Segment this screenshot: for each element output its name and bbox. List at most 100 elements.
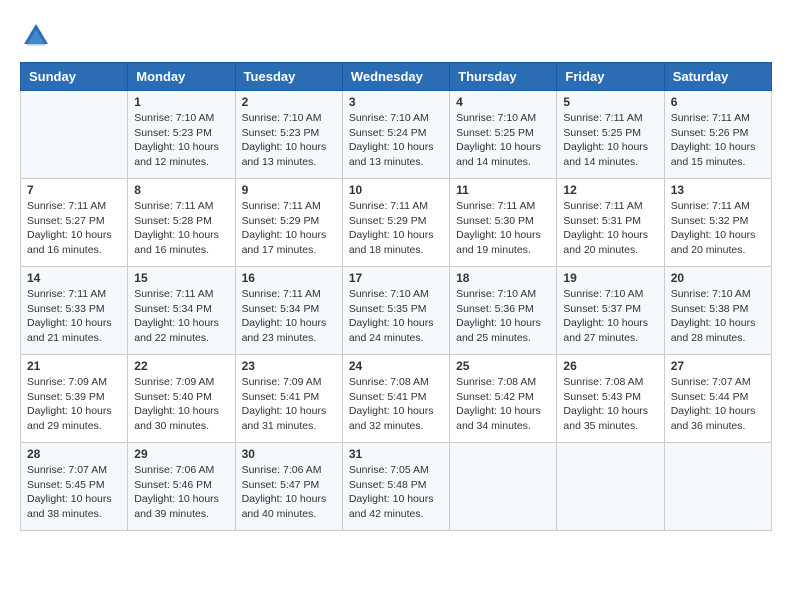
day-info: Sunrise: 7:11 AM Sunset: 5:25 PM Dayligh… (563, 111, 657, 170)
week-row-0: 1 Sunrise: 7:10 AM Sunset: 5:23 PM Daylig… (21, 91, 772, 179)
day-number: 5 (563, 95, 657, 109)
calendar-cell: 26Sunrise: 7:08 AM Sunset: 5:43 PM Dayli… (557, 355, 664, 443)
header-cell-sunday: Sunday (21, 63, 128, 91)
day-number: 8 (134, 183, 228, 197)
calendar-cell: 15 Sunrise: 7:11 AM Sunset: 5:34 PM Dayli… (128, 267, 235, 355)
day-info: Sunrise: 7:10 AM Sunset: 5:23 PM Dayligh… (242, 111, 336, 170)
day-number: 28 (27, 447, 121, 461)
calendar-cell: 17Sunrise: 7:10 AM Sunset: 5:35 PM Dayli… (342, 267, 449, 355)
page-header (20, 20, 772, 52)
calendar-cell: 29Sunrise: 7:06 AM Sunset: 5:46 PM Dayli… (128, 443, 235, 531)
week-row-3: 21Sunrise: 7:09 AM Sunset: 5:39 PM Dayli… (21, 355, 772, 443)
header-cell-thursday: Thursday (450, 63, 557, 91)
day-info: Sunrise: 7:11 AM Sunset: 5:34 PM Dayligh… (134, 287, 228, 346)
day-info: Sunrise: 7:11 AM Sunset: 5:27 PM Dayligh… (27, 199, 121, 258)
day-info: Sunrise: 7:10 AM Sunset: 5:25 PM Dayligh… (456, 111, 550, 170)
calendar-cell: 19Sunrise: 7:10 AM Sunset: 5:37 PM Dayli… (557, 267, 664, 355)
day-info: Sunrise: 7:11 AM Sunset: 5:29 PM Dayligh… (349, 199, 443, 258)
header-cell-friday: Friday (557, 63, 664, 91)
day-info: Sunrise: 7:11 AM Sunset: 5:32 PM Dayligh… (671, 199, 765, 258)
calendar-cell: 5 Sunrise: 7:11 AM Sunset: 5:25 PM Daylig… (557, 91, 664, 179)
calendar-cell (450, 443, 557, 531)
day-info: Sunrise: 7:10 AM Sunset: 5:36 PM Dayligh… (456, 287, 550, 346)
day-info: Sunrise: 7:08 AM Sunset: 5:42 PM Dayligh… (456, 375, 550, 434)
day-info: Sunrise: 7:11 AM Sunset: 5:31 PM Dayligh… (563, 199, 657, 258)
day-number: 25 (456, 359, 550, 373)
day-info: Sunrise: 7:11 AM Sunset: 5:34 PM Dayligh… (242, 287, 336, 346)
day-number: 17 (349, 271, 443, 285)
day-number: 23 (242, 359, 336, 373)
day-info: Sunrise: 7:09 AM Sunset: 5:41 PM Dayligh… (242, 375, 336, 434)
calendar-cell: 25 Sunrise: 7:08 AM Sunset: 5:42 PM Dayli… (450, 355, 557, 443)
calendar-cell (664, 443, 771, 531)
day-info: Sunrise: 7:10 AM Sunset: 5:38 PM Dayligh… (671, 287, 765, 346)
day-info: Sunrise: 7:11 AM Sunset: 5:30 PM Dayligh… (456, 199, 550, 258)
calendar-body: 1 Sunrise: 7:10 AM Sunset: 5:23 PM Daylig… (21, 91, 772, 531)
day-number: 27 (671, 359, 765, 373)
calendar-cell: 3 Sunrise: 7:10 AM Sunset: 5:24 PM Daylig… (342, 91, 449, 179)
calendar-cell: 11 Sunrise: 7:11 AM Sunset: 5:30 PM Dayli… (450, 179, 557, 267)
day-info: Sunrise: 7:11 AM Sunset: 5:29 PM Dayligh… (242, 199, 336, 258)
calendar-cell: 31 Sunrise: 7:05 AM Sunset: 5:48 PM Dayli… (342, 443, 449, 531)
day-info: Sunrise: 7:07 AM Sunset: 5:44 PM Dayligh… (671, 375, 765, 434)
calendar-cell: 1 Sunrise: 7:10 AM Sunset: 5:23 PM Daylig… (128, 91, 235, 179)
day-number: 18 (456, 271, 550, 285)
calendar-cell: 7Sunrise: 7:11 AM Sunset: 5:27 PM Daylig… (21, 179, 128, 267)
calendar-cell: 8 Sunrise: 7:11 AM Sunset: 5:28 PM Daylig… (128, 179, 235, 267)
day-info: Sunrise: 7:07 AM Sunset: 5:45 PM Dayligh… (27, 463, 121, 522)
week-row-1: 7Sunrise: 7:11 AM Sunset: 5:27 PM Daylig… (21, 179, 772, 267)
day-number: 6 (671, 95, 765, 109)
logo-icon (20, 20, 52, 52)
calendar-cell: 6 Sunrise: 7:11 AM Sunset: 5:26 PM Daylig… (664, 91, 771, 179)
calendar-cell (21, 91, 128, 179)
day-number: 4 (456, 95, 550, 109)
calendar-cell: 9 Sunrise: 7:11 AM Sunset: 5:29 PM Daylig… (235, 179, 342, 267)
day-info: Sunrise: 7:11 AM Sunset: 5:26 PM Dayligh… (671, 111, 765, 170)
day-info: Sunrise: 7:08 AM Sunset: 5:41 PM Dayligh… (349, 375, 443, 434)
calendar-cell: 18 Sunrise: 7:10 AM Sunset: 5:36 PM Dayli… (450, 267, 557, 355)
day-number: 15 (134, 271, 228, 285)
day-number: 31 (349, 447, 443, 461)
week-row-2: 14Sunrise: 7:11 AM Sunset: 5:33 PM Dayli… (21, 267, 772, 355)
day-number: 26 (563, 359, 657, 373)
header-row: SundayMondayTuesdayWednesdayThursdayFrid… (21, 63, 772, 91)
calendar-cell: 12Sunrise: 7:11 AM Sunset: 5:31 PM Dayli… (557, 179, 664, 267)
day-info: Sunrise: 7:10 AM Sunset: 5:24 PM Dayligh… (349, 111, 443, 170)
day-number: 10 (349, 183, 443, 197)
day-number: 16 (242, 271, 336, 285)
day-number: 13 (671, 183, 765, 197)
calendar-cell: 4 Sunrise: 7:10 AM Sunset: 5:25 PM Daylig… (450, 91, 557, 179)
calendar-cell: 14Sunrise: 7:11 AM Sunset: 5:33 PM Dayli… (21, 267, 128, 355)
day-info: Sunrise: 7:11 AM Sunset: 5:28 PM Dayligh… (134, 199, 228, 258)
calendar-cell: 23 Sunrise: 7:09 AM Sunset: 5:41 PM Dayli… (235, 355, 342, 443)
day-number: 29 (134, 447, 228, 461)
day-number: 30 (242, 447, 336, 461)
week-row-4: 28 Sunrise: 7:07 AM Sunset: 5:45 PM Dayli… (21, 443, 772, 531)
day-info: Sunrise: 7:05 AM Sunset: 5:48 PM Dayligh… (349, 463, 443, 522)
day-number: 22 (134, 359, 228, 373)
calendar-cell: 20 Sunrise: 7:10 AM Sunset: 5:38 PM Dayli… (664, 267, 771, 355)
day-info: Sunrise: 7:10 AM Sunset: 5:37 PM Dayligh… (563, 287, 657, 346)
calendar-cell: 10 Sunrise: 7:11 AM Sunset: 5:29 PM Dayli… (342, 179, 449, 267)
calendar-cell: 22Sunrise: 7:09 AM Sunset: 5:40 PM Dayli… (128, 355, 235, 443)
day-number: 3 (349, 95, 443, 109)
day-number: 1 (134, 95, 228, 109)
day-info: Sunrise: 7:10 AM Sunset: 5:23 PM Dayligh… (134, 111, 228, 170)
calendar-cell: 27 Sunrise: 7:07 AM Sunset: 5:44 PM Dayli… (664, 355, 771, 443)
day-number: 11 (456, 183, 550, 197)
day-number: 24 (349, 359, 443, 373)
calendar-cell: 21Sunrise: 7:09 AM Sunset: 5:39 PM Dayli… (21, 355, 128, 443)
day-number: 9 (242, 183, 336, 197)
header-cell-tuesday: Tuesday (235, 63, 342, 91)
header-cell-monday: Monday (128, 63, 235, 91)
day-info: Sunrise: 7:06 AM Sunset: 5:47 PM Dayligh… (242, 463, 336, 522)
calendar-cell (557, 443, 664, 531)
calendar-cell: 13 Sunrise: 7:11 AM Sunset: 5:32 PM Dayli… (664, 179, 771, 267)
day-number: 21 (27, 359, 121, 373)
calendar-cell: 24 Sunrise: 7:08 AM Sunset: 5:41 PM Dayli… (342, 355, 449, 443)
header-cell-saturday: Saturday (664, 63, 771, 91)
day-info: Sunrise: 7:11 AM Sunset: 5:33 PM Dayligh… (27, 287, 121, 346)
calendar-cell: 2Sunrise: 7:10 AM Sunset: 5:23 PM Daylig… (235, 91, 342, 179)
day-number: 20 (671, 271, 765, 285)
header-cell-wednesday: Wednesday (342, 63, 449, 91)
